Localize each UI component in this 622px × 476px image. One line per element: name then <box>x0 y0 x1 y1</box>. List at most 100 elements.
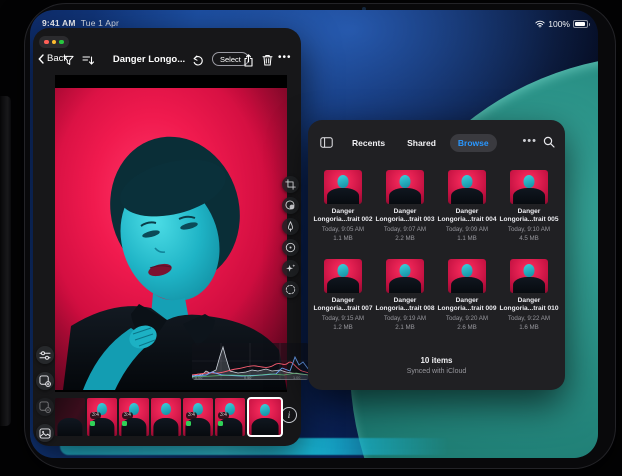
item-count: 10 items <box>308 356 565 365</box>
tab-browse[interactable]: Browse <box>450 134 497 152</box>
file-date: Today, 9:22 AM <box>508 315 550 323</box>
file-item[interactable]: Danger Longoria...trait 004Today, 9:09 A… <box>436 170 498 242</box>
more-icon[interactable]: ••• <box>278 52 292 63</box>
thumb-portrait-body <box>389 277 421 293</box>
editor-window: Back Danger Longo... Select <box>33 28 301 446</box>
file-item[interactable]: Danger Longoria...trait 002Today, 9:05 A… <box>312 170 374 242</box>
svg-text:0.50: 0.50 <box>244 376 251 380</box>
thumb-portrait-body <box>513 277 545 293</box>
heal-icon <box>285 242 296 253</box>
file-size: 1.1 MB <box>457 235 477 243</box>
file-date: Today, 9:07 AM <box>384 226 426 234</box>
battery-percent: 100% <box>548 19 570 29</box>
file-item[interactable]: Danger Longoria...trait 009 Today, 9:20 A… <box>436 259 498 331</box>
file-item[interactable]: Danger Longoria...trait 008Today, 9:19 A… <box>374 259 436 331</box>
magic-enhance-tool-button[interactable] <box>282 260 299 277</box>
tab-shared[interactable]: Shared <box>399 134 444 152</box>
document-title: Danger Longo... <box>105 54 193 65</box>
thumb-portrait-head <box>462 264 473 277</box>
info-button[interactable]: i <box>281 407 297 423</box>
select-subject-tool-button[interactable] <box>282 281 299 298</box>
edited-indicator <box>90 421 95 426</box>
file-date: Today, 9:19 AM <box>384 315 426 323</box>
crop-icon <box>285 179 296 190</box>
share-icon[interactable] <box>241 53 255 67</box>
file-date: Today, 9:09 AM <box>446 226 488 234</box>
copy-edits-tool-button[interactable] <box>36 372 54 390</box>
left-device-edge <box>0 96 11 426</box>
file-item[interactable]: Danger Longoria...trait 007Today, 9:15 A… <box>312 259 374 331</box>
file-date: Today, 9:20 AM <box>446 315 488 323</box>
left-tool-rail <box>36 346 55 442</box>
magic-enhance-icon <box>285 263 296 274</box>
color-adjust-tool-button[interactable] <box>282 197 299 214</box>
adjust-sliders-tool-button[interactable] <box>36 346 54 364</box>
crop-tool-button[interactable] <box>282 176 299 193</box>
info-icon: i <box>288 410 291 420</box>
filmstrip-thumbnail[interactable] <box>151 398 181 436</box>
file-name: Danger Longoria...trait 009 <box>437 297 497 313</box>
thumb-portrait-head <box>400 175 411 188</box>
file-item[interactable]: Danger Longoria...trait 003Today, 9:07 A… <box>374 170 436 242</box>
status-indicators: 100% <box>535 19 588 29</box>
heal-tool-button[interactable] <box>282 239 299 256</box>
paste-edits-tool-button[interactable] <box>36 398 54 416</box>
svg-text:1.00: 1.00 <box>293 376 300 380</box>
thumb-portrait-head <box>161 403 171 415</box>
filter-icon[interactable] <box>61 53 75 67</box>
browser-window: Recents Shared Browse ••• Danger Longoria.… <box>308 120 565 390</box>
trash-icon[interactable] <box>260 53 274 67</box>
file-name: Danger Longoria...trait 010 <box>499 297 559 313</box>
edited-indicator <box>122 421 127 426</box>
thumb-portrait-body <box>451 277 483 293</box>
file-thumbnail <box>386 259 424 293</box>
tab-recents[interactable]: Recents <box>344 134 393 152</box>
aspect-ratio-badge: 3:4 <box>90 412 101 419</box>
minimize-dot <box>52 40 57 45</box>
undo-icon[interactable] <box>191 53 205 67</box>
more-icon[interactable]: ••• <box>522 135 537 147</box>
thumb-portrait-head <box>524 264 535 277</box>
aspect-ratio-badge: 3:4 <box>186 412 197 419</box>
histogram-chart: 0.00 0.50 1.00 <box>192 343 309 380</box>
edited-indicator <box>186 421 191 426</box>
chevron-left-icon <box>38 54 44 64</box>
status-time-date: 9:41 AMTue 1 Apr <box>42 18 119 28</box>
adjust-sliders-icon <box>39 350 51 361</box>
filmstrip-thumbnail[interactable]: 3:4 <box>87 398 117 436</box>
thumb-portrait-head <box>400 264 411 277</box>
file-date: Today, 9:15 AM <box>322 315 364 323</box>
file-thumbnail <box>510 259 548 293</box>
filmstrip-thumbnail[interactable]: 3:4 <box>183 398 213 436</box>
window-controls[interactable] <box>39 36 69 48</box>
filmstrip: 3:4 3:4 3:4 3:4 <box>55 396 283 438</box>
search-icon <box>543 136 555 148</box>
filmstrip-thumbnail-selected[interactable] <box>247 397 283 437</box>
file-thumbnail <box>448 170 486 204</box>
right-tool-rail <box>282 176 301 298</box>
aspect-ratio-badge: 3:4 <box>218 412 229 419</box>
file-grid: Danger Longoria...trait 002Today, 9:05 A… <box>312 170 561 331</box>
file-size: 1.2 MB <box>333 324 353 332</box>
brush-tool-button[interactable] <box>282 218 299 235</box>
filmstrip-thumbnail[interactable]: 3:4 <box>215 398 245 436</box>
ipad-screen: 9:41 AMTue 1 Apr 100% <box>30 10 598 458</box>
sort-icon[interactable] <box>81 53 95 67</box>
file-item[interactable]: Danger Longoria...trait 010 Today, 9:22 A… <box>498 259 560 331</box>
file-size: 1.1 MB <box>333 235 353 243</box>
filmstrip-thumbnail[interactable] <box>55 398 85 436</box>
thumb-portrait-body <box>389 188 421 204</box>
thumb-portrait-body <box>153 418 178 436</box>
search-button[interactable] <box>541 134 557 150</box>
photo-browser-tool-button[interactable] <box>36 424 54 442</box>
ipad-device: 9:41 AMTue 1 Apr 100% <box>24 3 616 469</box>
filmstrip-thumbnail[interactable]: 3:4 <box>119 398 149 436</box>
file-size: 1.6 MB <box>519 324 539 332</box>
file-item[interactable]: Danger Longoria...trait 005Today, 9:10 A… <box>498 170 560 242</box>
sidebar-toggle-button[interactable] <box>318 134 334 150</box>
status-time: 9:41 AM <box>42 18 76 28</box>
photo-browser-icon <box>39 428 51 439</box>
file-thumbnail <box>324 170 362 204</box>
photo-canvas[interactable]: 0.00 0.50 1.00 <box>55 75 287 392</box>
browser-header: Recents Shared Browse ••• <box>308 130 565 156</box>
